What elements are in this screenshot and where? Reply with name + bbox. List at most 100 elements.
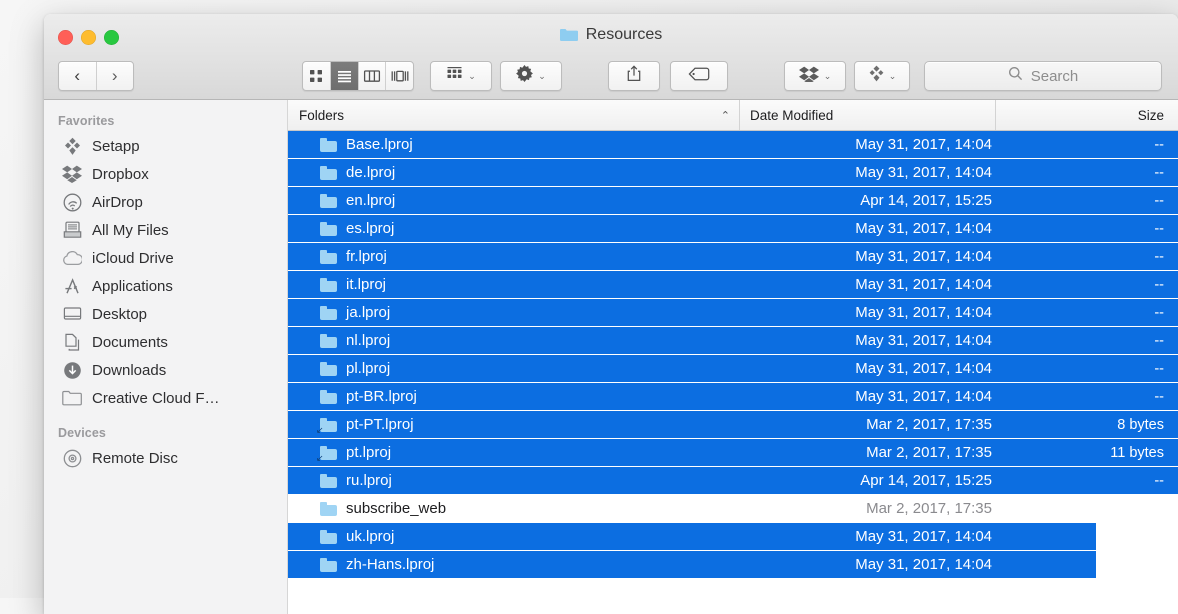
column-header-folders[interactable]: Folders ⌃ (288, 100, 740, 130)
sidebar-item-creative-cloud-files[interactable]: Creative Cloud F… (44, 384, 287, 412)
folder-icon (320, 529, 337, 544)
file-name-cell: en.lproj (288, 192, 740, 209)
sidebar-item-icloud-drive[interactable]: iCloud Drive (44, 244, 287, 272)
chevron-down-icon: ⌄ (823, 70, 832, 81)
sidebar-item-label: Remote Disc (92, 449, 178, 467)
table-row[interactable]: ja.lproj May 31, 2017, 14:04 -- (288, 299, 1178, 327)
sidebar-item-desktop[interactable]: Desktop (44, 300, 287, 328)
table-row[interactable]: de.lproj May 31, 2017, 14:04 -- (288, 159, 1178, 187)
share-button[interactable] (608, 61, 660, 91)
tag-button[interactable] (670, 61, 728, 91)
column-header-date-modified[interactable]: Date Modified (740, 100, 996, 130)
folder-icon (62, 388, 82, 408)
sidebar-item-all-my-files[interactable]: All My Files (44, 216, 287, 244)
sidebar-item-documents[interactable]: Documents (44, 328, 287, 356)
file-name-cell: uk.lproj (288, 528, 740, 545)
gallery-view-button[interactable] (386, 62, 413, 90)
sidebar-item-label: Applications (92, 277, 173, 295)
column-header-label: Folders (299, 107, 345, 123)
file-name-cell: nl.lproj (288, 332, 740, 349)
dropbox-icon (62, 164, 82, 184)
sidebar-item-applications[interactable]: Applications (44, 272, 287, 300)
sidebar-item-label: iCloud Drive (92, 249, 174, 267)
folder-icon (320, 249, 337, 264)
table-row[interactable]: pt-BR.lproj May 31, 2017, 14:04 -- (288, 383, 1178, 411)
sidebar-item-remote-disc[interactable]: Remote Disc (44, 444, 287, 472)
sidebar-item-setapp[interactable]: Setapp (44, 132, 287, 160)
table-row[interactable]: en.lproj Apr 14, 2017, 15:25 -- (288, 187, 1178, 215)
arrange-icon (446, 66, 463, 86)
folder-icon (320, 193, 337, 208)
folder-icon (320, 221, 337, 236)
file-name-cell: it.lproj (288, 276, 740, 293)
folder-icon (320, 333, 337, 348)
date-modified-cell: May 31, 2017, 14:04 (855, 556, 992, 573)
date-modified-cell: May 31, 2017, 14:04 (855, 276, 992, 293)
size-cell: -- (1154, 220, 1164, 237)
size-cell: -- (1154, 472, 1164, 489)
folder-icon (320, 165, 337, 180)
back-button[interactable]: ‹ (59, 62, 97, 90)
folder-icon (320, 389, 337, 404)
size-cell: -- (1154, 192, 1164, 209)
column-header-label: Date Modified (750, 107, 834, 123)
setapp-menu-button[interactable]: ⌄ (854, 61, 910, 91)
date-modified-cell: Apr 14, 2017, 15:25 (860, 472, 992, 489)
sidebar-item-label: Documents (92, 333, 168, 351)
file-name-label: de.lproj (346, 164, 396, 181)
list-view-button[interactable] (330, 62, 359, 90)
table-row[interactable]: ru.lproj Apr 14, 2017, 15:25 -- (288, 467, 1178, 495)
file-list-pane: Folders ⌃ Date Modified Size Base.lproj M… (288, 100, 1178, 614)
size-cell: -- (1154, 164, 1164, 181)
table-row[interactable]: Base.lproj May 31, 2017, 14:04 -- (288, 131, 1178, 159)
size-cell: 8 bytes (1117, 416, 1164, 433)
table-row[interactable]: subscribe_web Mar 2, 2017, 17:35 (288, 495, 1178, 523)
sidebar-item-label: Dropbox (92, 165, 149, 183)
window-body: Favorites Setapp Dropbox AirDrop All My … (44, 100, 1178, 614)
date-modified-cell: May 31, 2017, 14:04 (855, 388, 992, 405)
table-row[interactable]: ↙ pt.lproj Mar 2, 2017, 17:35 11 bytes (288, 439, 1178, 467)
share-icon (626, 65, 642, 87)
folder-icon (320, 277, 337, 292)
column-view-button[interactable] (359, 62, 387, 90)
airdrop-icon (62, 192, 82, 212)
arrange-button[interactable]: ⌄ (430, 61, 492, 91)
sidebar-item-airdrop[interactable]: AirDrop (44, 188, 287, 216)
chevron-down-icon: ⌄ (538, 70, 546, 81)
all-my-files-icon (62, 220, 82, 240)
column-header-label: Size (1137, 107, 1164, 123)
disc-icon (62, 448, 82, 468)
setapp-icon (62, 136, 82, 156)
file-name-cell: fr.lproj (288, 248, 740, 265)
table-row[interactable]: it.lproj May 31, 2017, 14:04 -- (288, 271, 1178, 299)
file-rows: Base.lproj May 31, 2017, 14:04 -- de.lproj M… (288, 131, 1178, 579)
sidebar-item-label: Creative Cloud F… (92, 389, 220, 407)
date-modified-cell: May 31, 2017, 14:04 (855, 332, 992, 349)
sidebar-item-downloads[interactable]: Downloads (44, 356, 287, 384)
sidebar-item-dropbox[interactable]: Dropbox (44, 160, 287, 188)
folder-icon (320, 361, 337, 376)
table-row[interactable]: fr.lproj May 31, 2017, 14:04 -- (288, 243, 1178, 271)
file-name-cell: ja.lproj (288, 304, 740, 321)
column-header-size[interactable]: Size (996, 100, 1178, 130)
table-row[interactable]: zh-Hans.lproj May 31, 2017, 14:04 (288, 551, 1096, 579)
folder-icon (559, 28, 578, 42)
search-input[interactable]: Search (924, 61, 1162, 91)
table-row[interactable]: es.lproj May 31, 2017, 14:04 -- (288, 215, 1178, 243)
window-title-text: Resources (585, 26, 663, 43)
file-name-label: nl.lproj (346, 332, 391, 349)
file-name-cell: de.lproj (288, 164, 740, 181)
file-name-cell: subscribe_web (288, 500, 740, 517)
downloads-icon (62, 360, 82, 380)
table-row[interactable]: nl.lproj May 31, 2017, 14:04 -- (288, 327, 1178, 355)
dropbox-menu-button[interactable]: ⌄ (784, 61, 846, 91)
table-row[interactable]: pl.lproj May 31, 2017, 14:04 -- (288, 355, 1178, 383)
icon-view-button[interactable] (303, 62, 331, 90)
sidebar-header-devices: Devices (58, 426, 106, 440)
table-row[interactable]: uk.lproj May 31, 2017, 14:04 (288, 523, 1096, 551)
icloud-icon (62, 248, 82, 268)
action-menu-button[interactable]: ⌄ (500, 61, 562, 91)
table-row[interactable]: ↙ pt-PT.lproj Mar 2, 2017, 17:35 8 bytes (288, 411, 1178, 439)
forward-button[interactable]: › (97, 62, 134, 90)
file-name-label: ja.lproj (346, 304, 391, 321)
